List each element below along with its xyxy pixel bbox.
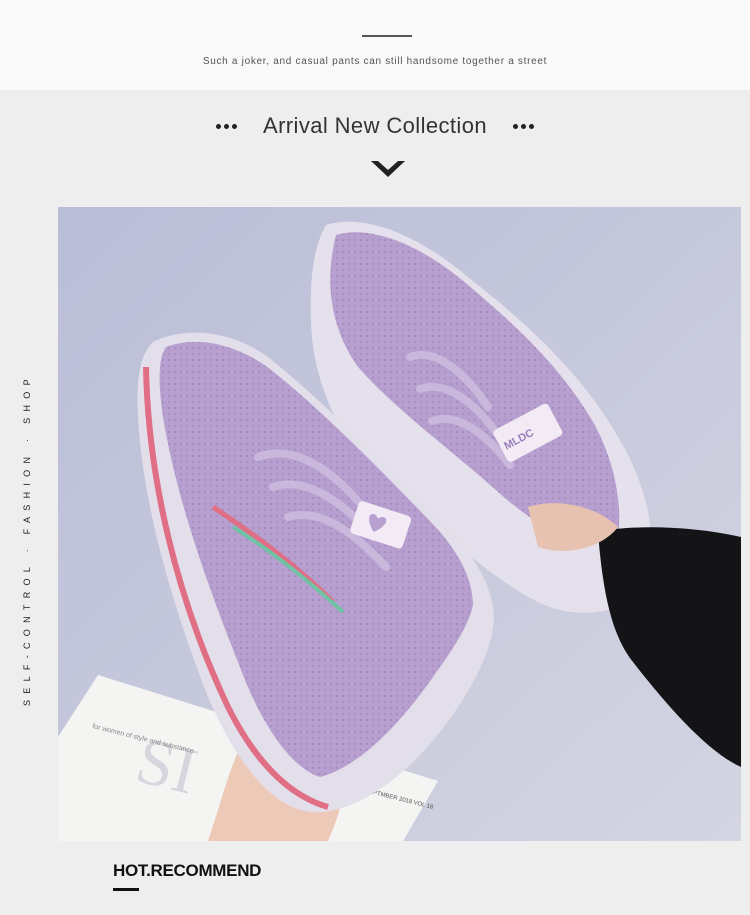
vertical-slogan: SELF-CONTROL · FASHION · SHOP <box>22 373 32 707</box>
product-photo: SI for women of style and substance SEPT… <box>58 207 741 841</box>
hot-recommend-heading: HOT.RECOMMEND <box>113 861 262 880</box>
section-title: Arrival New Collection <box>263 113 487 138</box>
tagline: Such a joker, and casual pants can still… <box>202 56 548 67</box>
hot-recommend-underline <box>113 888 139 891</box>
top-banner <box>0 0 750 90</box>
chevron-down-icon <box>371 161 405 177</box>
dots-left-icon <box>216 123 237 129</box>
dots-right-icon <box>512 123 534 129</box>
top-divider <box>362 35 412 37</box>
section-header: Arrival New Collection <box>0 110 750 142</box>
